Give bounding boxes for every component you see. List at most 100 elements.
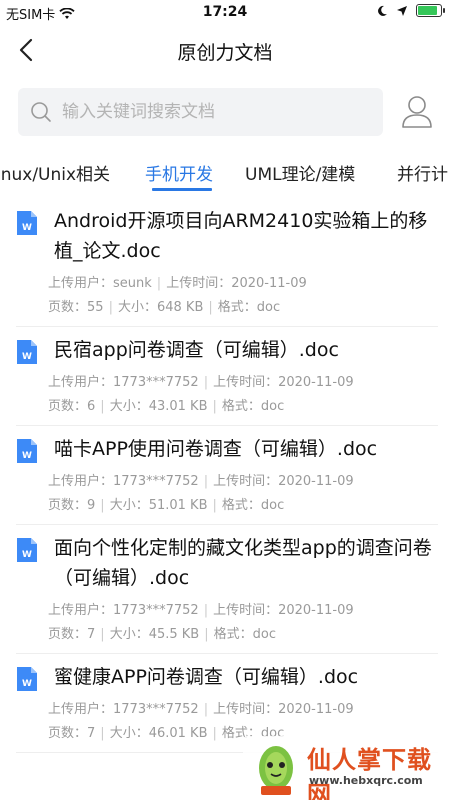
meta-row-upload: 上传用户：1773***7752 | 上传时间：2020-11-09 (16, 698, 438, 722)
meta-row-info: 页数：55 | 大小：648 KB | 格式：doc (16, 296, 438, 320)
uploader-value: 1773***7752 (113, 702, 199, 717)
document-title[interactable]: 喵卡APP使用问卷调查（可编辑）.doc (16, 426, 438, 464)
meta-separator: | (212, 498, 217, 513)
cactus-icon (259, 746, 293, 795)
meta-separator: | (100, 726, 105, 741)
tab-mobile-dev[interactable]: 手机开发 (145, 160, 213, 185)
upload-time-label: 上传时间： (213, 474, 279, 489)
document-meta: 上传用户：1773***7752 | 上传时间：2020-11-09 页数：9 | 大小：… (16, 464, 438, 524)
document-item[interactable]: W 面向个性化定制的藏文化类型app的调查问卷（可编辑）.doc 上传用户：1773… (16, 525, 438, 654)
upload-time-value: 2020-11-09 (278, 474, 354, 489)
watermark-url: www.hebxqrc.com (309, 774, 423, 787)
word-doc-icon: W (16, 438, 38, 464)
size-label: 大小： (109, 399, 149, 414)
upload-time-value: 2020-11-09 (278, 375, 354, 390)
word-doc-icon: W (16, 537, 38, 563)
size-value: 45.5 KB (148, 627, 200, 642)
meta-separator: | (108, 300, 113, 315)
word-doc-icon: W (16, 210, 38, 236)
status-bar: 无SIM卡 17:24 (0, 0, 450, 24)
document-item[interactable]: W Android开源项目向ARM2410实验箱上的移植_论文.doc 上传用户：s… (16, 198, 438, 327)
svg-text:W: W (22, 550, 32, 560)
meta-separator: | (212, 726, 217, 741)
pages-value: 7 (87, 627, 96, 642)
battery-icon (416, 4, 445, 17)
meta-separator: | (203, 603, 209, 618)
meta-separator: | (100, 399, 105, 414)
document-list: W Android开源项目向ARM2410实验箱上的移植_论文.doc 上传用户：s… (0, 198, 450, 753)
uploader-label: 上传用户： (48, 276, 114, 291)
format-value: doc (260, 399, 285, 414)
size-label: 大小： (109, 627, 149, 642)
format-label: 格式： (213, 627, 253, 642)
document-title[interactable]: 蜜健康APP问卷调查（可编辑）.doc (16, 654, 438, 692)
meta-separator: | (100, 498, 105, 513)
document-item[interactable]: W 喵卡APP使用问卷调查（可编辑）.doc 上传用户：1773***7752 | 上传… (16, 426, 438, 525)
upload-time-value: 2020-11-09 (231, 276, 307, 291)
meta-separator: | (100, 627, 105, 642)
active-tab-indicator (152, 188, 212, 191)
document-item[interactable]: W 民宿app问卷调查（可编辑）.doc 上传用户：1773***7752 | 上传时间… (16, 327, 438, 426)
upload-time-label: 上传时间： (213, 603, 279, 618)
pages-label: 页数： (48, 399, 88, 414)
uploader-label: 上传用户： (48, 702, 114, 717)
meta-row-upload: 上传用户：1773***7752 | 上传时间：2020-11-09 (16, 599, 438, 623)
document-title[interactable]: 民宿app问卷调查（可编辑）.doc (16, 327, 438, 365)
search-box[interactable] (18, 88, 383, 136)
upload-time-label: 上传时间： (213, 702, 279, 717)
format-label: 格式： (221, 399, 261, 414)
size-value: 46.01 KB (148, 726, 208, 741)
page-title: 原创力文档 (177, 42, 273, 64)
tab-parallel[interactable]: 并行计 (397, 160, 448, 185)
size-label: 大小： (109, 498, 149, 513)
meta-separator: | (203, 375, 209, 390)
document-meta: 上传用户：seunk | 上传时间：2020-11-09 页数：55 | 大小：648 K… (16, 266, 438, 326)
format-value: doc (256, 300, 281, 315)
uploader-label: 上传用户： (48, 474, 114, 489)
meta-separator: | (212, 399, 217, 414)
pages-label: 页数： (48, 498, 88, 513)
document-meta: 上传用户：1773***7752 | 上传时间：2020-11-09 页数：7 | 大小：… (16, 593, 438, 653)
size-value: 648 KB (156, 300, 204, 315)
svg-text:W: W (22, 451, 32, 461)
uploader-label: 上传用户： (48, 375, 114, 390)
upload-time-label: 上传时间： (213, 375, 279, 390)
meta-row-upload: 上传用户：1773***7752 | 上传时间：2020-11-09 (16, 470, 438, 494)
document-title[interactable]: Android开源项目向ARM2410实验箱上的移植_论文.doc (16, 198, 438, 266)
document-title[interactable]: 面向个性化定制的藏文化类型app的调查问卷（可编辑）.doc (16, 525, 438, 593)
meta-row-info: 页数：7 | 大小：45.5 KB | 格式：doc (16, 623, 438, 647)
format-label: 格式： (217, 300, 257, 315)
tab-uml[interactable]: UML理论/建模 (245, 160, 355, 185)
search-input[interactable] (62, 102, 352, 122)
meta-separator: | (208, 300, 213, 315)
document-meta: 上传用户：1773***7752 | 上传时间：2020-11-09 页数：6 | 大小：… (16, 365, 438, 425)
pages-label: 页数： (48, 300, 88, 315)
status-right (376, 4, 445, 17)
size-label: 大小： (109, 726, 149, 741)
meta-row-info: 页数：6 | 大小：43.01 KB | 格式：doc (16, 395, 438, 419)
svg-text:W: W (22, 223, 32, 233)
watermark-logo: 仙人掌下载网 www.hebxqrc.com (243, 736, 448, 800)
size-label: 大小： (117, 300, 157, 315)
format-label: 格式： (221, 498, 261, 513)
watermark-text: 仙人掌下载网 (307, 746, 432, 800)
search-row (18, 88, 438, 138)
user-icon[interactable] (400, 94, 434, 130)
size-value: 51.01 KB (148, 498, 208, 513)
format-value: doc (260, 498, 285, 513)
pages-value: 55 (87, 300, 104, 315)
upload-time-value: 2020-11-09 (278, 603, 354, 618)
size-value: 43.01 KB (148, 399, 208, 414)
meta-row-info: 页数：9 | 大小：51.01 KB | 格式：doc (16, 494, 438, 518)
search-icon (31, 102, 51, 122)
category-tabs: inux/Unix相关 手机开发 UML理论/建模 并行计 (0, 150, 450, 194)
uploader-value: seunk (113, 276, 152, 291)
svg-text:W: W (22, 352, 32, 362)
uploader-label: 上传用户： (48, 603, 114, 618)
meta-row-upload: 上传用户：seunk | 上传时间：2020-11-09 (16, 272, 438, 296)
pages-value: 6 (87, 399, 96, 414)
uploader-value: 1773***7752 (113, 375, 199, 390)
tab-linux-unix[interactable]: inux/Unix相关 (0, 160, 110, 185)
word-doc-icon: W (16, 339, 38, 365)
meta-separator: | (203, 702, 209, 717)
